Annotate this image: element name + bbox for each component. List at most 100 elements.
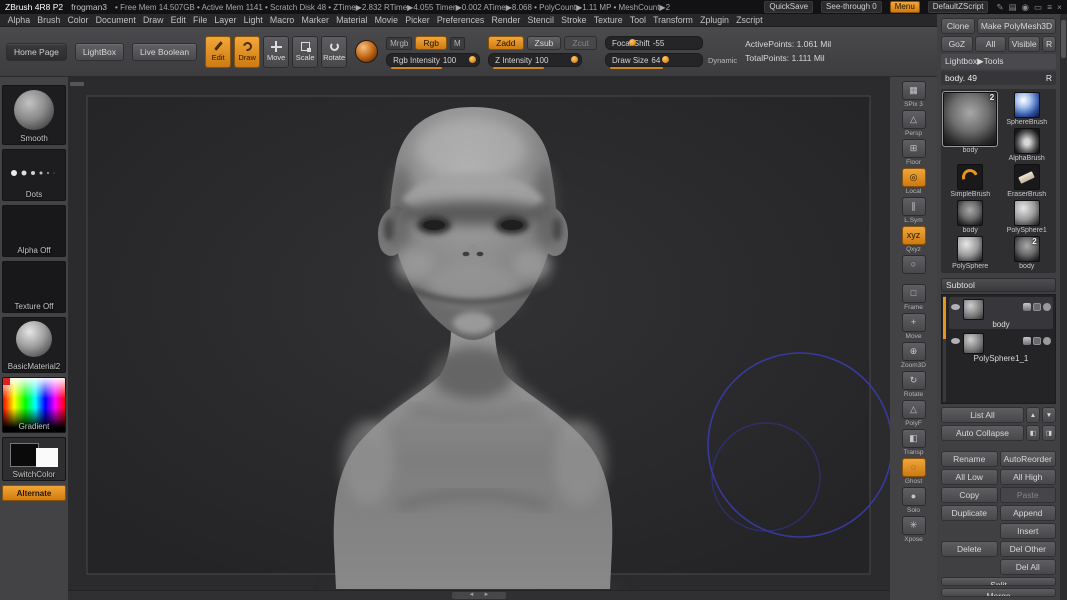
mrgb-button[interactable]: Mrgb [386,36,413,50]
menu-item[interactable]: Render [488,15,524,25]
circle-icon[interactable]: ◉ [1022,2,1029,13]
shelf-icon-button[interactable]: ⊕ Zoom3D [900,342,928,369]
tool-thumbnail[interactable]: SimpleBrush [943,164,998,198]
focal-shift-slider[interactable]: Focal Shift -55 [604,36,703,50]
zcut-button[interactable]: Zcut [564,36,597,50]
shelf-icon[interactable]: ✳ [901,516,926,535]
duplicate-button[interactable]: Duplicate [941,505,998,521]
list-all-button[interactable]: List All [941,407,1024,423]
tray-item[interactable]: Smooth [2,85,66,145]
slider-handle[interactable] [628,39,636,46]
shelf-icon-button[interactable]: + Move [900,313,928,340]
rename-button[interactable]: Rename [941,451,998,467]
current-material-orb[interactable] [355,40,379,63]
tool-thumbnail[interactable]: 2 body [1000,236,1055,270]
shelf-icon[interactable]: + [901,313,926,332]
panel-scrollbar[interactable] [1061,20,1066,58]
shelf-icon[interactable]: □ [901,284,926,303]
subtool-list[interactable]: body PolySphere1_1 [941,294,1056,404]
clone-button[interactable]: Clone [941,18,975,34]
scale-button[interactable]: Scale [292,35,319,68]
menu-item[interactable]: File [189,15,210,25]
uv-icon[interactable] [1033,303,1041,311]
shelf-icon[interactable]: ◧ [901,429,926,448]
auto-collapse-button[interactable]: Auto Collapse [941,425,1024,441]
home-page-button[interactable]: Home Page [6,42,67,61]
append-button[interactable]: Append [999,505,1056,521]
goz-visible-button[interactable]: Visible [1008,36,1041,52]
shelf-icon[interactable]: ∥ [901,197,926,216]
menu-item[interactable]: Macro [266,15,298,25]
collapse-left-button[interactable]: ◧ [1026,425,1040,441]
scrub-left-icon[interactable]: ◄ [469,592,475,599]
visibility-eye-icon[interactable] [951,338,960,344]
dynamic-toggle[interactable]: Dynamic [708,56,737,65]
z-intensity-slider[interactable]: Z Intensity 100 [488,53,583,69]
delete-button[interactable]: Delete [941,541,998,557]
menu-item[interactable]: Transform [650,15,697,25]
eye-small-icon[interactable] [1043,337,1051,345]
menu-item[interactable]: Edit [167,15,189,25]
shelf-icon-button[interactable]: □ Frame [900,284,928,311]
menu-item[interactable]: Color [64,15,92,25]
shelf-icon[interactable]: △ [901,400,926,419]
shelf-icon-button[interactable]: ▦ SPix 3 [900,81,928,108]
m-button[interactable]: M [449,36,465,50]
polypaint-icon[interactable] [1023,337,1031,345]
menu-item[interactable]: Zplugin [696,15,732,25]
del-other-button[interactable]: Del Other [999,541,1056,557]
tray-item[interactable]: Texture Off [2,261,66,313]
window-icon[interactable]: ▭ [1034,2,1042,13]
current-tool-bar[interactable]: body. 49 R [941,71,1056,85]
tool-thumbnail[interactable]: PolySphere1 [1000,200,1055,234]
see-through-slider[interactable]: See-through 0 [821,1,882,13]
make-polymesh3d-button[interactable]: Make PolyMesh3D [977,18,1056,34]
shelf-icon-button[interactable]: △ PolyF [900,400,928,427]
menu-item[interactable]: Zscript [733,15,767,25]
polypaint-icon[interactable] [1023,303,1031,311]
all-low-button[interactable]: All Low [941,469,998,485]
menu-item[interactable]: Picker [402,15,434,25]
slider-handle[interactable] [661,56,669,63]
menu-item[interactable]: Brush [34,15,64,25]
eye-small-icon[interactable] [1043,303,1051,311]
close-icon[interactable]: × [1057,2,1062,12]
shelf-icon-button[interactable]: ◌ Ghost [900,458,928,485]
document-icon[interactable]: ▤ [1009,2,1017,13]
shelf-icon[interactable]: △ [901,110,926,129]
pencil-icon[interactable]: ✎ [996,2,1003,13]
menu-item[interactable]: Layer [211,15,240,25]
tray-item[interactable]: Gradient [2,377,66,433]
menu-item[interactable]: Stroke [558,15,591,25]
lightbox-button[interactable]: LightBox [74,42,124,61]
subtool-section-header[interactable]: Subtool [941,278,1056,292]
menu-item[interactable]: Movie [371,15,402,25]
menu-item[interactable]: Tool [626,15,649,25]
shelf-icon[interactable]: ⊞ [901,139,926,158]
move-button[interactable]: Move [263,35,290,68]
move-subtool-down-button[interactable]: ▼ [1042,407,1056,423]
tray-item[interactable]: Alternate [2,485,66,501]
tool-thumbnail[interactable]: EraserBrush [1000,164,1055,198]
menu-item[interactable]: Light [240,15,266,25]
subtool-scrollbar-track[interactable] [943,296,946,402]
shelf-icon-button[interactable]: ● Solo [900,487,928,514]
menu-item[interactable]: Stencil [524,15,558,25]
zsub-button[interactable]: Zsub [526,36,562,50]
viewport-canvas[interactable]: ◄ ► [68,77,890,600]
live-boolean-button[interactable]: Live Boolean [131,42,198,61]
shelf-icon-button[interactable]: ◎ Local [900,168,928,195]
move-subtool-up-button[interactable]: ▲ [1026,407,1040,423]
shelf-icon-button[interactable]: ○ [900,255,928,282]
shelf-icon-button[interactable]: ∥ L.Sym [900,197,928,224]
tray-item[interactable]: BasicMaterial2 [2,317,66,373]
panel-scrollbar-track[interactable] [1060,14,1067,600]
menu-item[interactable]: Draw [139,15,167,25]
merge-section-button[interactable]: Merge [941,588,1056,597]
quicksave-button[interactable]: QuickSave [764,1,814,13]
shelf-icon-button[interactable]: ↻ Rotate [900,371,928,398]
draw-size-slider[interactable]: Draw Size 64 [604,53,703,69]
insert-button[interactable]: Insert [999,523,1056,539]
menu-item[interactable]: Marker [298,15,333,25]
restore-icon[interactable]: R [1046,73,1052,83]
